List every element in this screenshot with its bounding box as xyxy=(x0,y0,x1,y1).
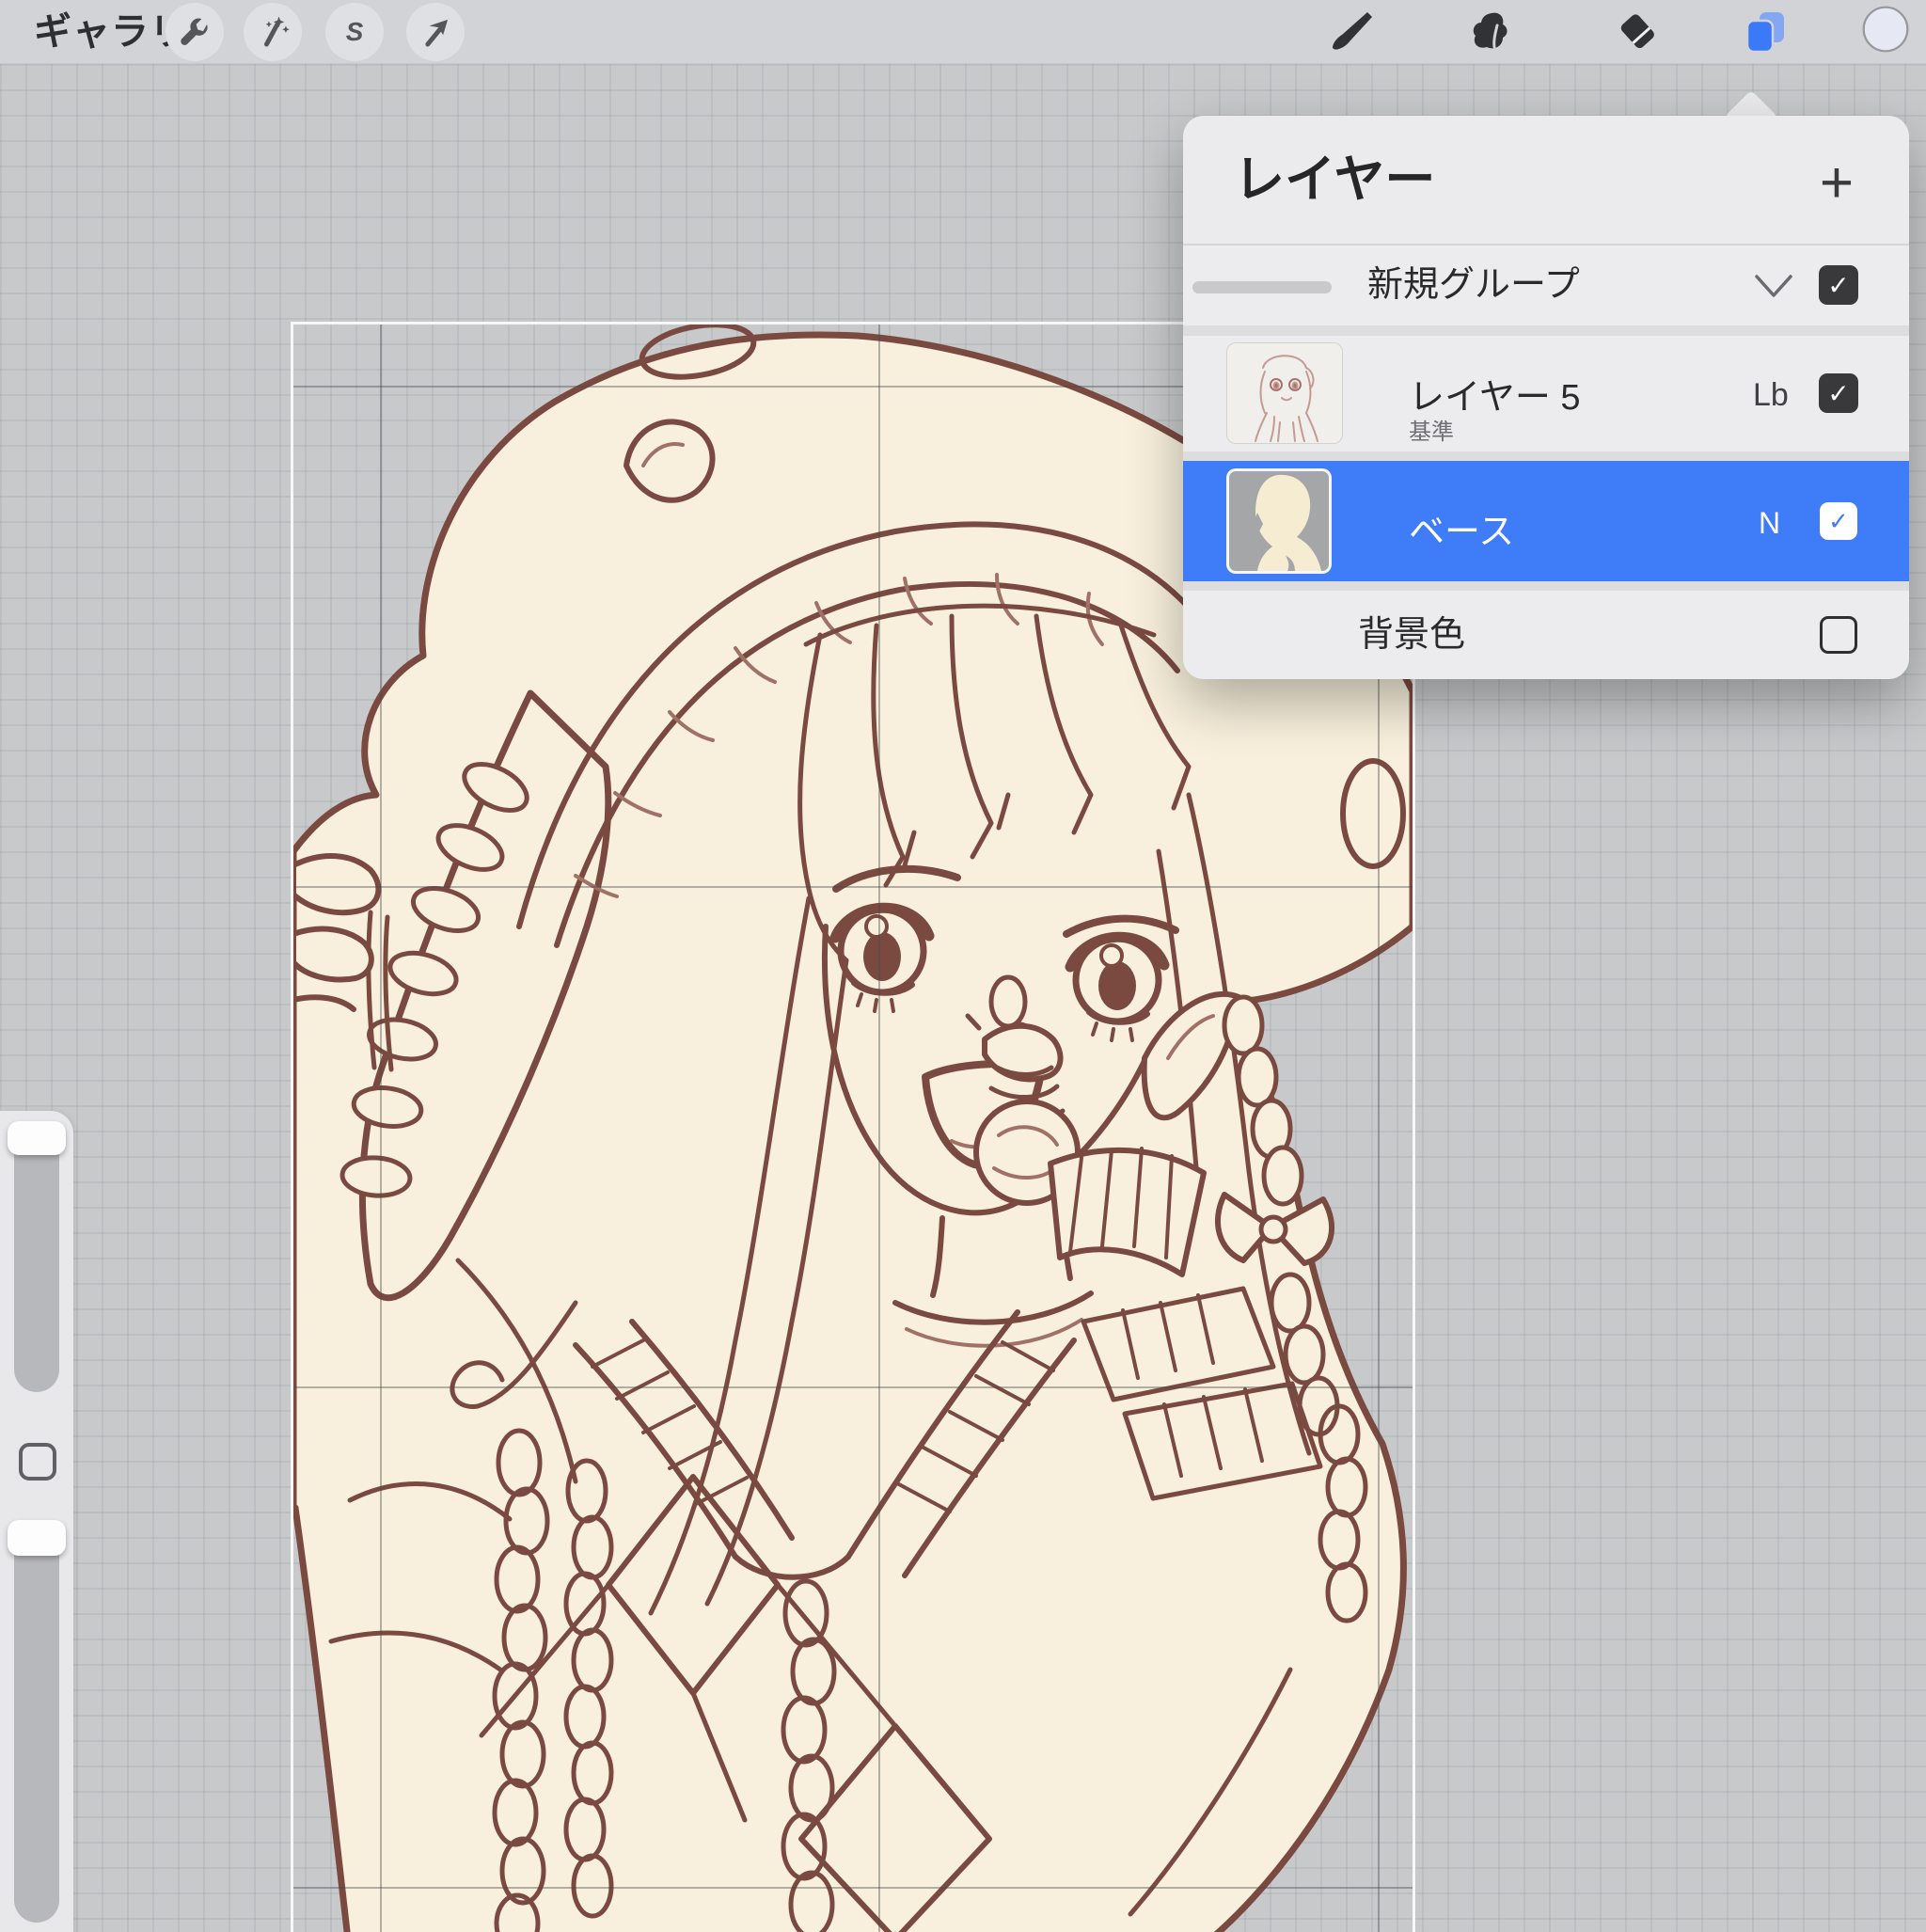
visibility-checkbox[interactable] xyxy=(1820,616,1857,654)
layer-thumbnail[interactable] xyxy=(1226,342,1343,444)
selection-s-icon: S xyxy=(346,17,364,46)
blend-mode-badge[interactable]: Lb xyxy=(1753,377,1789,414)
add-layer-button[interactable]: + xyxy=(1808,150,1866,215)
visibility-checkbox[interactable]: ✓ xyxy=(1819,373,1858,413)
magic-wand-icon xyxy=(264,16,290,47)
top-toolbar: ギャラリー S xyxy=(0,0,1926,64)
opacity-slider-handle[interactable] xyxy=(8,1520,66,1556)
drawing-guide-line xyxy=(293,1386,1413,1388)
divider xyxy=(1183,581,1909,591)
chevron-down-icon[interactable] xyxy=(1753,273,1794,301)
blend-mode-badge[interactable]: N xyxy=(1759,506,1780,541)
divider xyxy=(1183,325,1909,336)
svg-text:S: S xyxy=(346,17,364,46)
layer-name: レイヤー 5 xyxy=(1409,378,1581,418)
layer-row-group[interactable]: 新規グループ ✓ xyxy=(1183,245,1909,325)
layer-name: ベース xyxy=(1409,513,1515,552)
layer-row-base-selected[interactable]: ベース N ✓ xyxy=(1183,461,1909,581)
color-tool[interactable] xyxy=(1861,5,1910,54)
transform-button[interactable] xyxy=(406,3,465,61)
layer-sublabel: 基準 xyxy=(1409,420,1454,445)
adjustments-button[interactable] xyxy=(244,3,302,61)
visibility-checkbox[interactable]: ✓ xyxy=(1819,265,1858,305)
brush-icon xyxy=(1333,12,1372,50)
smudge-tool[interactable] xyxy=(1466,8,1515,56)
actions-button[interactable] xyxy=(166,3,224,61)
layers-panel-title: レイヤー xyxy=(1234,151,1436,208)
background-label: 背景色 xyxy=(1358,615,1466,655)
color-swatch-icon xyxy=(1862,6,1909,53)
drawing-guide-line xyxy=(380,325,382,1932)
eraser-icon xyxy=(1620,14,1654,49)
transform-arrow-icon xyxy=(425,19,449,47)
layer-row-background[interactable]: 背景色 xyxy=(1183,591,1909,679)
visibility-checkbox[interactable]: ✓ xyxy=(1820,502,1857,540)
layers-panel: レイヤー + 新規グループ ✓ レイヤー 5 基準 Lb ✓ ベース N ✓ 背… xyxy=(1183,116,1909,679)
eraser-tool[interactable] xyxy=(1614,8,1663,56)
brush-tool[interactable] xyxy=(1327,8,1376,56)
smudge-icon xyxy=(1473,12,1508,49)
drawing-guide-line xyxy=(293,886,1413,888)
layer-row-layer5[interactable]: レイヤー 5 基準 Lb ✓ xyxy=(1183,336,1909,451)
sidebar xyxy=(0,1111,73,1932)
divider xyxy=(1183,451,1909,461)
procreate-app: ギャラリー S レイヤー + 新規グループ ✓ レイヤー 5 基準 Lb ✓ ベ… xyxy=(0,0,1926,1932)
modify-button[interactable] xyxy=(19,1443,56,1481)
layers-tool[interactable] xyxy=(1739,8,1788,56)
opacity-slider-track[interactable] xyxy=(14,1531,59,1923)
group-thumbnail-line xyxy=(1192,281,1332,293)
brush-size-slider-track[interactable] xyxy=(14,1132,59,1392)
layer-thumbnail[interactable] xyxy=(1226,468,1332,574)
drawing-guide-line xyxy=(293,1887,1413,1889)
layers-icon xyxy=(1745,12,1784,54)
wrench-icon xyxy=(181,18,208,45)
brush-size-slider-handle[interactable] xyxy=(8,1121,66,1155)
drawing-guide-line xyxy=(878,325,880,1932)
group-label: 新規グループ xyxy=(1367,265,1580,305)
selection-button[interactable]: S xyxy=(325,3,384,61)
